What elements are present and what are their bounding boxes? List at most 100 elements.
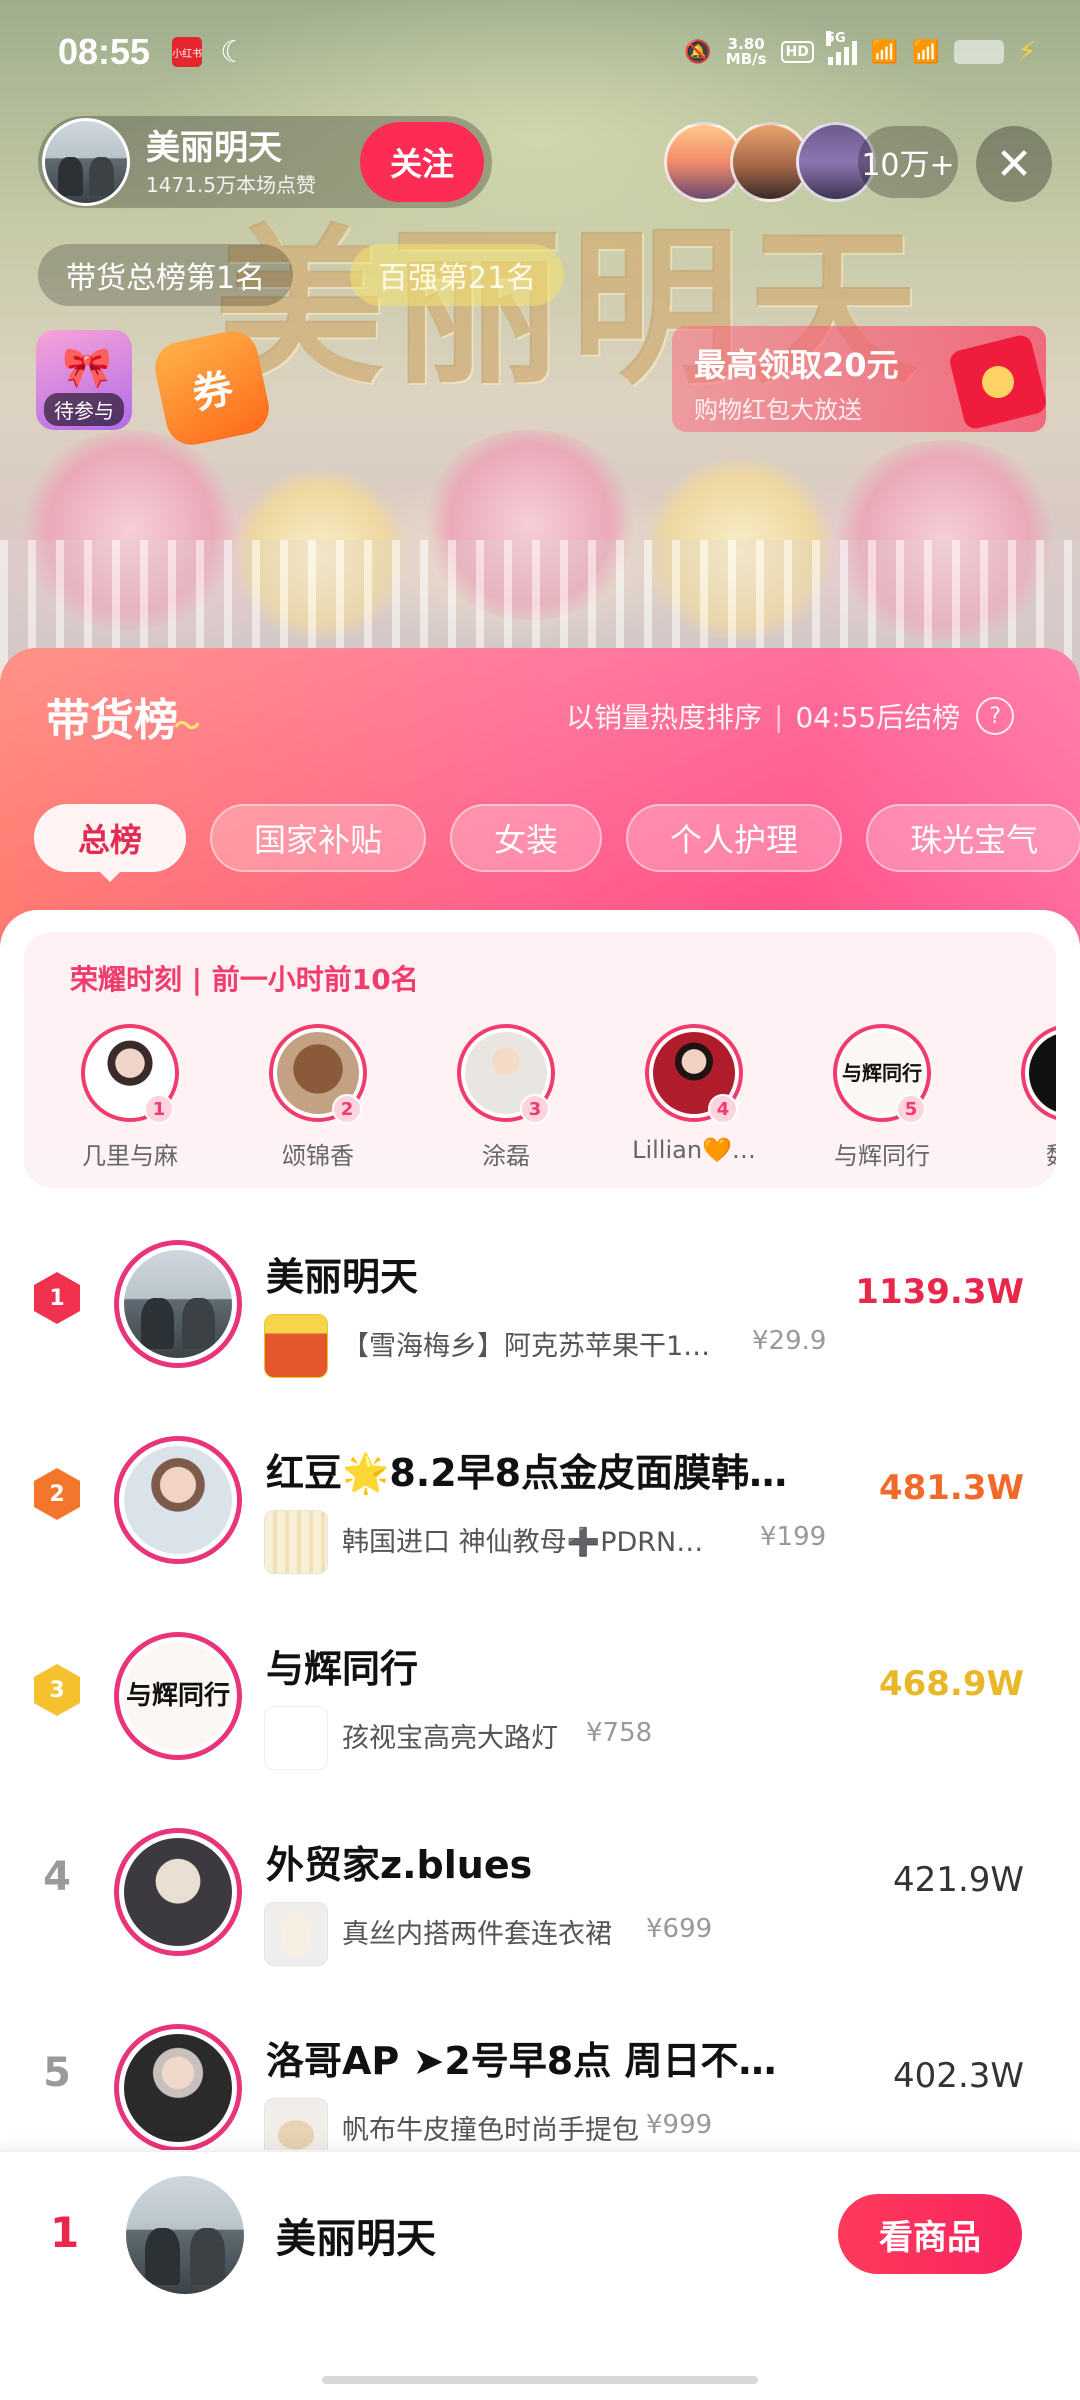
close-button[interactable]: ✕	[976, 126, 1052, 202]
honor-rank-badge: 3	[520, 1094, 550, 1124]
board-meta: 以销量热度排序 | 04:55后结榜 ?	[566, 696, 1015, 736]
my-rank-name: 美丽明天	[276, 2216, 436, 2262]
viewer-avatars[interactable]	[664, 122, 876, 202]
product-title: 帆布牛皮撞色时尚手提包	[342, 2115, 639, 2146]
sales-ranking-sheet: 带货榜〜 以销量热度排序 | 04:55后结榜 ? 总榜 国家补贴 女装 个人护…	[0, 648, 1080, 2400]
product-title: 韩国进口 神仙教母➕PDRN…	[342, 1527, 704, 1558]
close-icon: ✕	[995, 138, 1033, 190]
board-sort-text: 以销量热度排序	[566, 701, 763, 734]
product-thumbnail[interactable]	[264, 1706, 328, 1770]
honor-name: 与辉同行	[834, 1142, 930, 1170]
ranking-avatar[interactable]	[124, 1250, 232, 1358]
tab-total[interactable]: 总榜	[34, 804, 187, 882]
wifi-icon: 📶	[870, 39, 899, 65]
ranking-row[interactable]: 4 外贸家z.blues 真丝内搭两件套连衣裙 ¥699 421.9W	[0, 1798, 1080, 1994]
my-rank-avatar[interactable]	[126, 2176, 244, 2294]
category-tabs: 总榜 国家补贴 女装 个人护理 珠光宝气	[34, 804, 1080, 882]
tab-national-subsidy[interactable]: 国家补贴	[210, 804, 427, 872]
product-price: ¥999	[646, 2110, 713, 2140]
ranking-score: 468.9W	[878, 1664, 1024, 1704]
honor-title: 荣耀时刻 | 前一小时前10名	[70, 963, 419, 996]
honor-item[interactable]: 1 几里与麻	[80, 1024, 180, 1171]
ranking-score: 481.3W	[878, 1468, 1024, 1508]
home-indicator[interactable]	[322, 2376, 758, 2384]
charging-icon: ⚡	[1017, 37, 1036, 67]
streamer-name: 美丽明天	[146, 127, 282, 168]
ranking-avatar[interactable]	[124, 1446, 232, 1554]
rank-badge-icon: 1	[34, 1272, 80, 1324]
honor-item[interactable]: 魏哥	[1020, 1024, 1056, 1171]
product-thumbnail[interactable]	[264, 1902, 328, 1966]
view-goods-button[interactable]: 看商品	[838, 2194, 1022, 2274]
ranking-row[interactable]: 1 美丽明天 【雪海梅乡】阿克苏苹果干1… ¥29.9 1139.3W	[0, 1210, 1080, 1406]
wifi-secondary-icon: 📶	[912, 39, 940, 65]
my-rank-bar: 1 美丽明天 看商品	[0, 2150, 1080, 2400]
rank-number: 4	[43, 1854, 71, 1900]
pending-label: 待参与	[44, 393, 124, 426]
hd-icon: HD	[780, 41, 814, 63]
streamer-likes: 1471.5万本场点赞	[146, 172, 316, 197]
honor-rank-badge: 1	[144, 1094, 174, 1124]
app-notification-icon: 小红书	[172, 37, 203, 67]
top100-rank-pill[interactable]: 百强第21名	[350, 244, 565, 306]
follow-button[interactable]: 关注	[360, 122, 484, 202]
total-rank-pill[interactable]: 带货总榜第1名	[38, 244, 294, 306]
ranking-name: 洛哥AP ➤2号早8点 周日不…	[266, 2039, 777, 2083]
viewer-count[interactable]: 10万+	[858, 126, 958, 198]
tab-jewelry[interactable]: 珠光宝气	[866, 804, 1080, 872]
tab-womens-wear[interactable]: 女装	[450, 804, 603, 872]
product-price: ¥29.9	[752, 1326, 827, 1356]
help-icon[interactable]: ?	[976, 697, 1015, 735]
ranking-name: 美丽明天	[266, 1255, 419, 1299]
honor-item[interactable]: 与辉同行 5 与辉同行	[832, 1024, 932, 1171]
ranking-score: 402.3W	[893, 2056, 1024, 2096]
honor-item[interactable]: 2 颂锦香	[268, 1024, 368, 1171]
status-time: 08:55	[58, 31, 151, 72]
ranking-row[interactable]: 3 与辉同行 与辉同行 孩视宝高亮大路灯 ¥758 468.9W	[0, 1602, 1080, 1798]
rank-badge-icon: 3	[34, 1664, 80, 1716]
ranking-row[interactable]: 2 红豆🌟8.2早8点金皮面膜韩… 韩国进口 神仙教母➕PDRN… ¥199 4…	[0, 1406, 1080, 1602]
mute-icon: 🔕	[684, 39, 712, 65]
streamer-avatar[interactable]	[42, 118, 130, 206]
product-title: 真丝内搭两件套连衣裙	[342, 1919, 612, 1950]
board-title: 带货榜〜	[46, 695, 201, 746]
pending-gift-button[interactable]: 🎀 待参与	[36, 330, 132, 430]
ranking-score: 421.9W	[893, 1860, 1024, 1900]
product-thumbnail[interactable]	[264, 1314, 328, 1378]
honor-rank-badge: 5	[896, 1094, 926, 1124]
redpacket-banner[interactable]: 最高领取20元 购物红包大放送	[672, 326, 1049, 432]
moon-icon: ☾	[220, 34, 247, 70]
board-countdown: 04:55后结榜	[795, 701, 961, 734]
coupon-icon: 券	[188, 365, 238, 419]
ranking-avatar[interactable]: 与辉同行	[124, 1642, 232, 1750]
product-title: 【雪海梅乡】阿克苏苹果干1…	[342, 1331, 711, 1362]
honor-name: 几里与麻	[82, 1142, 178, 1170]
product-price: ¥199	[760, 1522, 827, 1552]
honor-item[interactable]: 4 Lillian🧡…	[632, 1024, 756, 1171]
honor-rank-badge: 2	[332, 1094, 362, 1124]
product-price: ¥699	[646, 1914, 713, 1944]
honor-name: 魏哥	[990, 1136, 1056, 1171]
gift-icon: 🎀	[62, 345, 112, 391]
battery-icon	[953, 40, 1004, 64]
ranking-name: 与辉同行	[266, 1647, 419, 1691]
network-speed: 3.80 MB/s	[725, 35, 767, 68]
product-thumbnail[interactable]	[264, 1510, 328, 1574]
honor-item[interactable]: 3 涂磊	[456, 1024, 556, 1171]
ranking-avatar[interactable]	[124, 1838, 232, 1946]
honor-moment-card: 荣耀时刻 | 前一小时前10名 1 几里与麻 2 颂锦香 3 涂磊 4 Lill…	[24, 932, 1056, 1188]
rank-badge-icon: 2	[34, 1468, 80, 1520]
ranking-avatar[interactable]	[124, 2034, 232, 2142]
honor-name: 颂锦香	[282, 1142, 354, 1170]
rank-number: 5	[43, 2050, 71, 2096]
my-rank-number: 1	[50, 2208, 80, 2257]
cellular-signal-icon: 5G	[825, 31, 857, 65]
honor-name: Lillian🧡…	[632, 1136, 756, 1164]
title-squiggle-icon: 〜	[174, 712, 201, 742]
tab-personal-care[interactable]: 个人护理	[626, 804, 843, 872]
ranking-name: 红豆🌟8.2早8点金皮面膜韩…	[266, 1451, 788, 1495]
honor-name: 涂磊	[482, 1142, 530, 1170]
status-bar: 08:55 小红书 ☾ 🔕 3.80 MB/s HD 5G 📶 📶 ⚡	[0, 0, 1080, 104]
product-price: ¥758	[586, 1718, 653, 1748]
honor-avatar	[1029, 1032, 1056, 1114]
